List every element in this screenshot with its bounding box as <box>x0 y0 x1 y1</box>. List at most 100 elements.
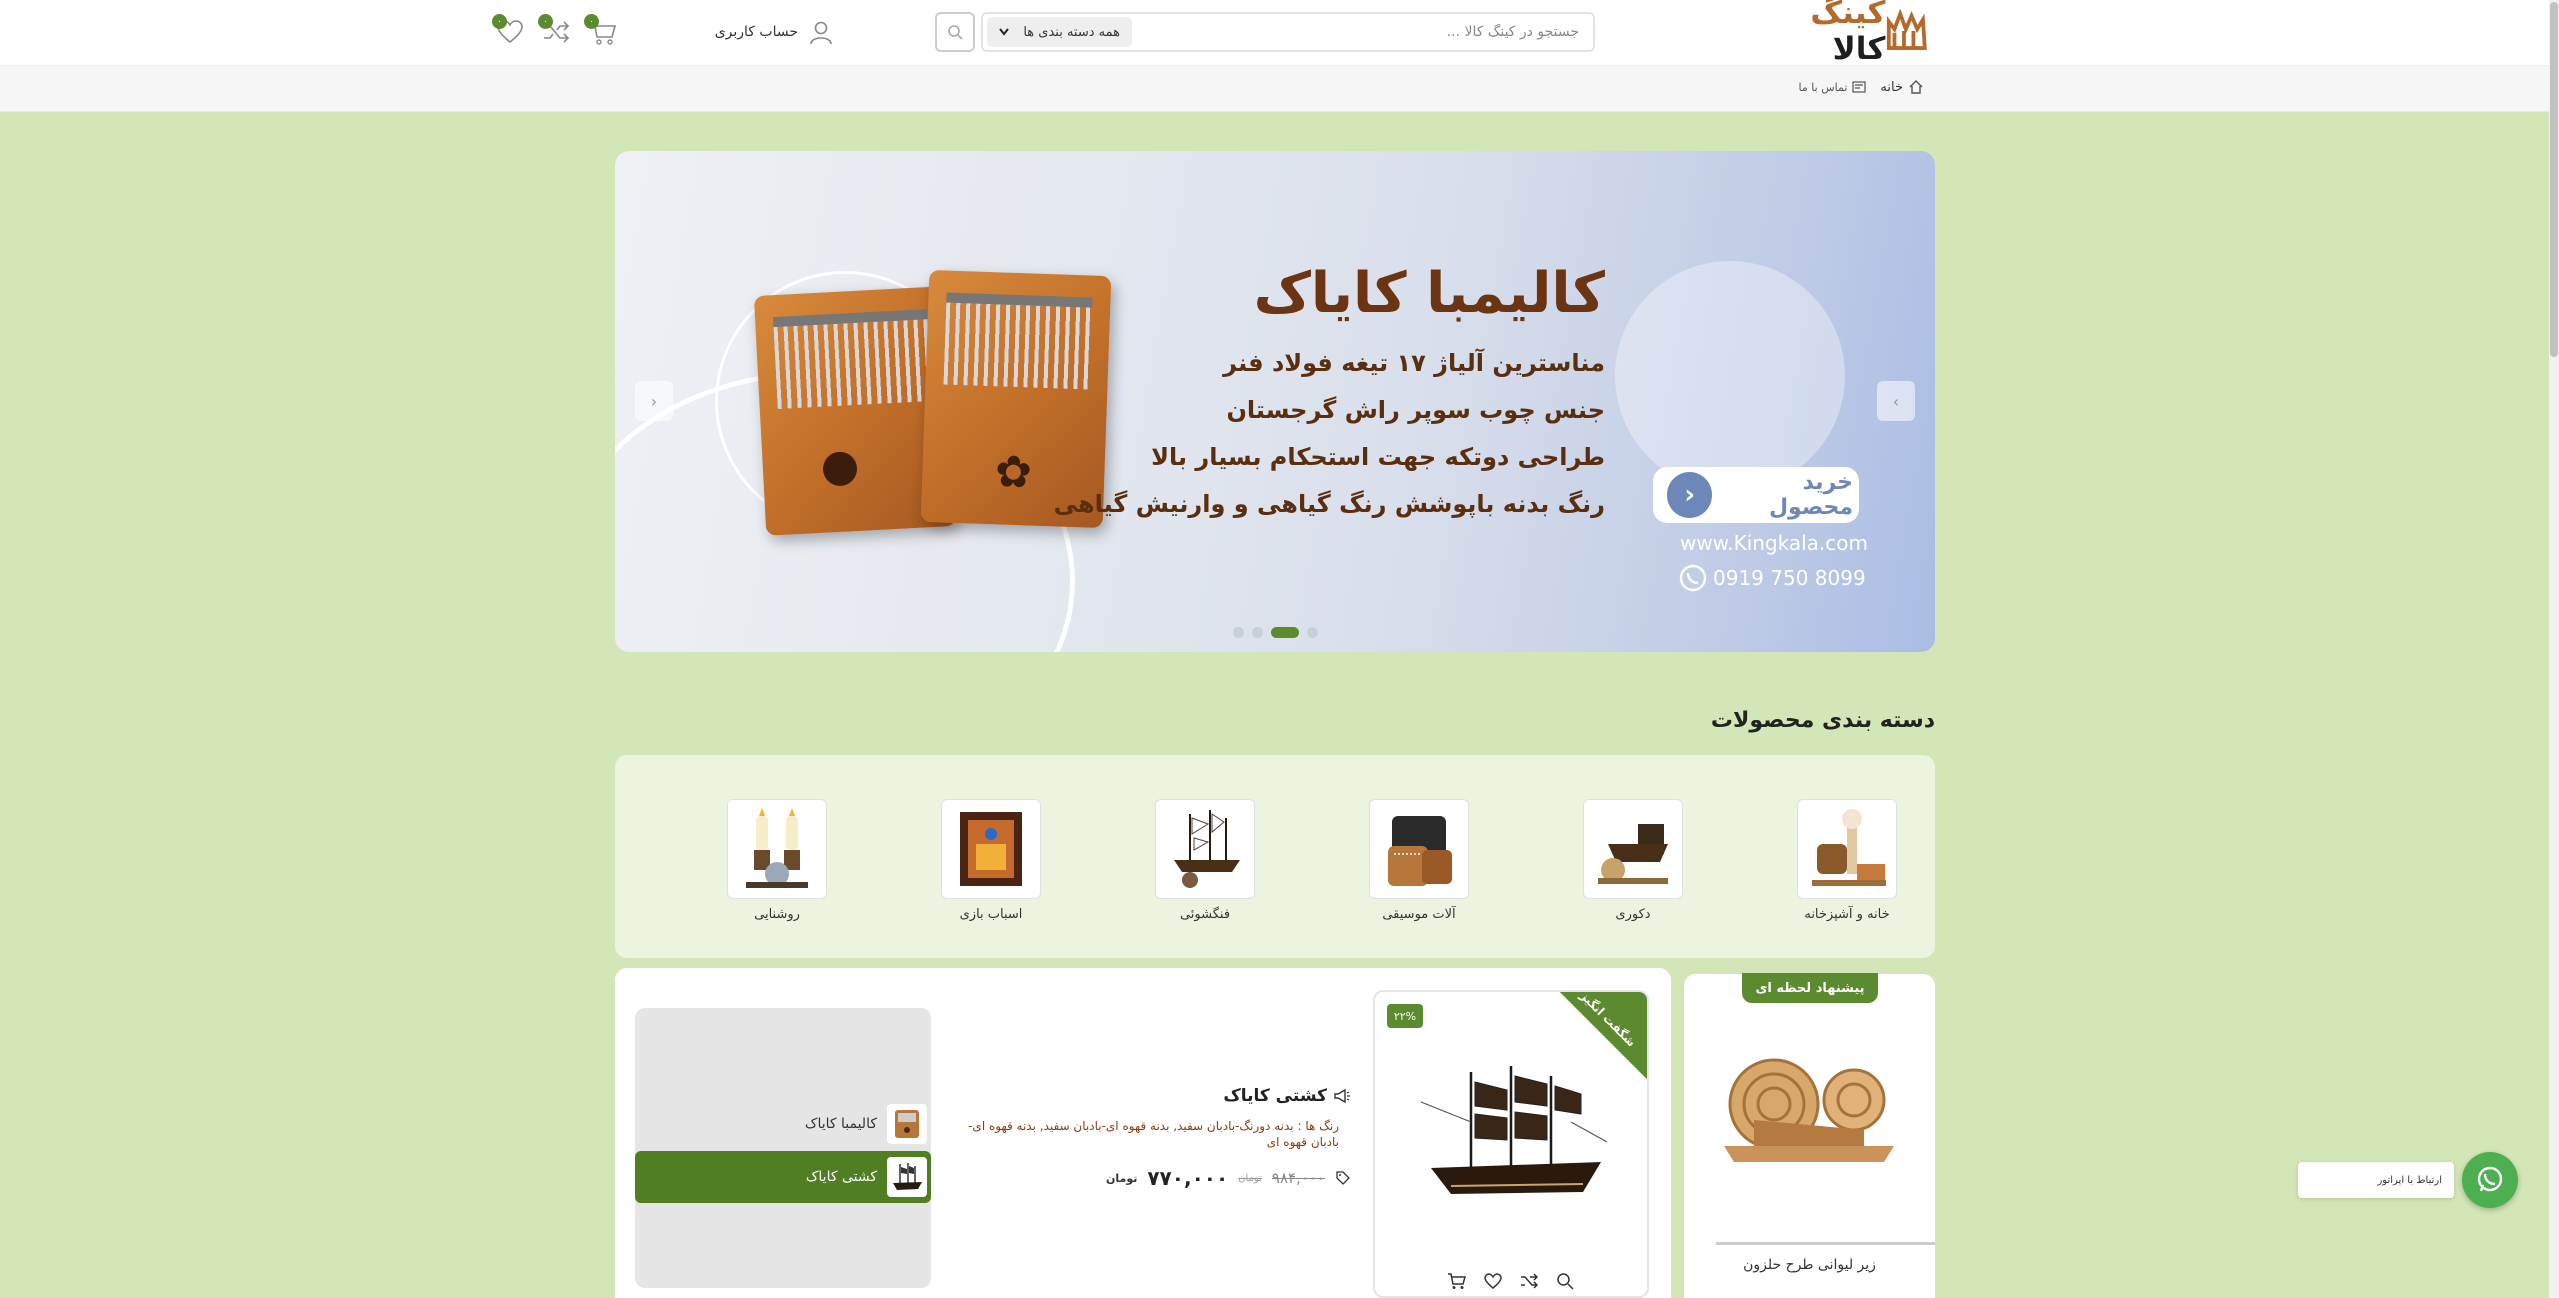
search-icon <box>1557 1273 1574 1290</box>
search-bar: همه دسته بندی ها <box>981 12 1595 52</box>
product-card-actions <box>1375 1270 1647 1292</box>
category-label: فنگشوئی <box>1179 907 1231 922</box>
decor-product-icon <box>1598 824 1668 884</box>
category-select[interactable]: همه دسته بندی ها <box>987 17 1132 47</box>
category-fengshui[interactable]: فنگشوئی <box>1155 799 1255 922</box>
scrollbar-thumb[interactable] <box>2550 2 2558 357</box>
product-price: ۹۸۴,۰۰۰ تومان ۷۷۰,۰۰۰ تومان <box>951 1166 1351 1190</box>
slide-title: کالیمبا کایاک <box>1253 261 1605 326</box>
slide-website: www.Kingkala.com <box>1680 531 1869 555</box>
quick-view-button[interactable] <box>1554 1270 1576 1292</box>
price-tag-icon <box>1336 1171 1350 1185</box>
discount-badge: ۲۲% <box>1387 1004 1423 1028</box>
slide-feature: مناسترین آلیاژ ۱۷ تیغه فولاد فنر <box>1223 349 1605 377</box>
kalimba-thumb-icon <box>895 1110 919 1138</box>
logo-text: کینگ کالا <box>1754 0 1887 67</box>
slide-phone-number: 0919 750 8099 <box>1713 566 1866 590</box>
product-description: رنگ ها : بدنه دورنگ-بادبان سفید, بدنه قه… <box>968 1119 1339 1149</box>
category-decor[interactable]: دکوری <box>1583 799 1683 922</box>
tab-label: کالیمبا کایاک <box>804 1116 877 1132</box>
chevron-left-icon: ‹ <box>1667 472 1713 518</box>
category-lighting[interactable]: روشنایی <box>727 799 827 922</box>
category-label: خانه و آشپزخانه <box>1804 907 1890 922</box>
compare-button[interactable]: ۰ <box>538 14 573 50</box>
search-input[interactable] <box>1132 14 1593 50</box>
tab-label: کشتی کایاک <box>805 1169 877 1185</box>
account-label: حساب کاربری <box>714 24 798 40</box>
category-select-label: همه دسته بندی ها <box>1023 24 1120 40</box>
cart-button[interactable]: ۰ <box>584 14 619 50</box>
heart-icon <box>1484 1273 1502 1289</box>
category-kitchen[interactable]: خانه و آشپزخانه <box>1797 799 1897 922</box>
category-label: اسباب بازی <box>959 907 1023 922</box>
categories-heading: دسته بندی محصولات <box>1710 708 1935 733</box>
old-price-unit: تومان <box>1238 1172 1262 1184</box>
whatsapp-tooltip: ارتباط با اپراتور <box>2298 1162 2454 1198</box>
slider-decoration <box>1615 261 1845 491</box>
whatsapp-icon <box>2477 1166 2503 1192</box>
instant-deal-tag: پیشنهاد لحظه ای <box>1742 973 1878 1003</box>
contact-card-icon <box>1852 81 1867 93</box>
slider-dot[interactable] <box>1306 627 1318 638</box>
ship-model-icon <box>1174 810 1240 888</box>
whatsapp-button[interactable] <box>2462 1152 2518 1208</box>
slider-dot[interactable] <box>1232 627 1244 638</box>
wishlist-badge: ۰ <box>492 14 507 29</box>
categories-box: خانه و آشپزخانه دکوری آلات موسیقی فنگشوئ… <box>615 755 1935 958</box>
slide-feature: جنس چوب سوپر راش گرجستان <box>1226 396 1605 424</box>
chevron-down-icon <box>999 28 1009 36</box>
tab-ship[interactable]: کشتی کایاک <box>635 1151 931 1203</box>
product-tabs: کالیمبا کایاک کشتی کایاک <box>635 1008 931 1288</box>
add-to-wishlist-button[interactable] <box>1482 1270 1504 1292</box>
product-card[interactable]: شگفت انگیز ۲۲% <box>1373 990 1649 1298</box>
cart-icon <box>1448 1273 1466 1289</box>
search-button[interactable] <box>935 12 975 52</box>
chevron-right-icon: › <box>1892 391 1900 411</box>
slider-dot-active[interactable] <box>1270 627 1299 638</box>
deal-progress-bar <box>1716 1242 1935 1245</box>
wishlist-button[interactable]: ۰ <box>492 14 527 50</box>
tab-kalimba[interactable]: کالیمبا کایاک <box>635 1098 931 1150</box>
nav-contact-label: تماس با ما <box>1798 80 1848 94</box>
nav-contact[interactable]: تماس با ما <box>1799 80 1867 94</box>
megaphone-icon <box>1334 1088 1350 1104</box>
instant-deal-panel: پیشنهاد لحظه ای زیر لیوانی طرح حلزون <box>1684 973 1935 1298</box>
tab-thumb <box>887 1157 927 1197</box>
site-logo[interactable]: کینگ کالا <box>1754 0 1929 67</box>
deal-product-image[interactable] <box>1714 1034 1904 1184</box>
category-toys[interactable]: اسباب بازی <box>941 799 1041 922</box>
sub-navigation: خانه تماس با ما <box>0 66 2549 112</box>
slide-feature: رنگ بدنه باپوشش رنگ گیاهی و وارنیش گیاهی <box>1053 490 1605 518</box>
buy-product-label: خرید محصول <box>1768 470 1853 520</box>
category-music[interactable]: آلات موسیقی <box>1369 799 1469 922</box>
page-scrollbar[interactable] <box>2549 0 2559 1298</box>
hero-slider[interactable]: ✿ کالیمبا کایاک مناسترین آلیاژ ۱۷ تیغه ف… <box>615 151 1935 652</box>
snail-coaster-icon <box>1724 1058 1894 1162</box>
slider-next-button[interactable]: › <box>1877 381 1915 421</box>
music-instrument-icon <box>1388 816 1452 886</box>
deal-product-title[interactable]: زیر لیوانی طرح حلزون <box>1684 1257 1935 1273</box>
nav-home[interactable]: خانه <box>1880 79 1924 95</box>
cart-badge: ۰ <box>584 14 599 29</box>
slider-dot[interactable] <box>1251 627 1263 638</box>
site-header: کینگ کالا همه دسته بندی ها حساب کاربری ۰… <box>0 0 2549 67</box>
kitchen-product-icon <box>1812 809 1886 886</box>
slider-prev-button[interactable]: ‹ <box>635 381 673 421</box>
home-icon <box>1909 80 1923 94</box>
slide-phone: 0919 750 8099 <box>1679 564 1866 592</box>
compare-button[interactable] <box>1518 1270 1540 1292</box>
user-icon <box>810 21 832 45</box>
product-info: کشتی کایاک رنگ ها : بدنه دورنگ-بادبان سف… <box>951 1086 1351 1190</box>
category-thumb <box>1797 799 1897 899</box>
category-label: آلات موسیقی <box>1382 907 1456 922</box>
add-to-cart-button[interactable] <box>1446 1270 1468 1292</box>
account-link[interactable]: حساب کاربری <box>715 16 834 48</box>
slider-dots <box>615 627 1935 638</box>
ship-product-image <box>1420 1066 1608 1194</box>
search-icon <box>948 25 963 40</box>
category-thumb <box>1369 799 1469 899</box>
logo-accent-text: کالا <box>1832 31 1887 67</box>
board-game-icon <box>960 812 1022 886</box>
product-title[interactable]: کشتی کایاک <box>951 1086 1351 1106</box>
buy-product-button[interactable]: خرید محصول ‹ <box>1653 467 1859 523</box>
